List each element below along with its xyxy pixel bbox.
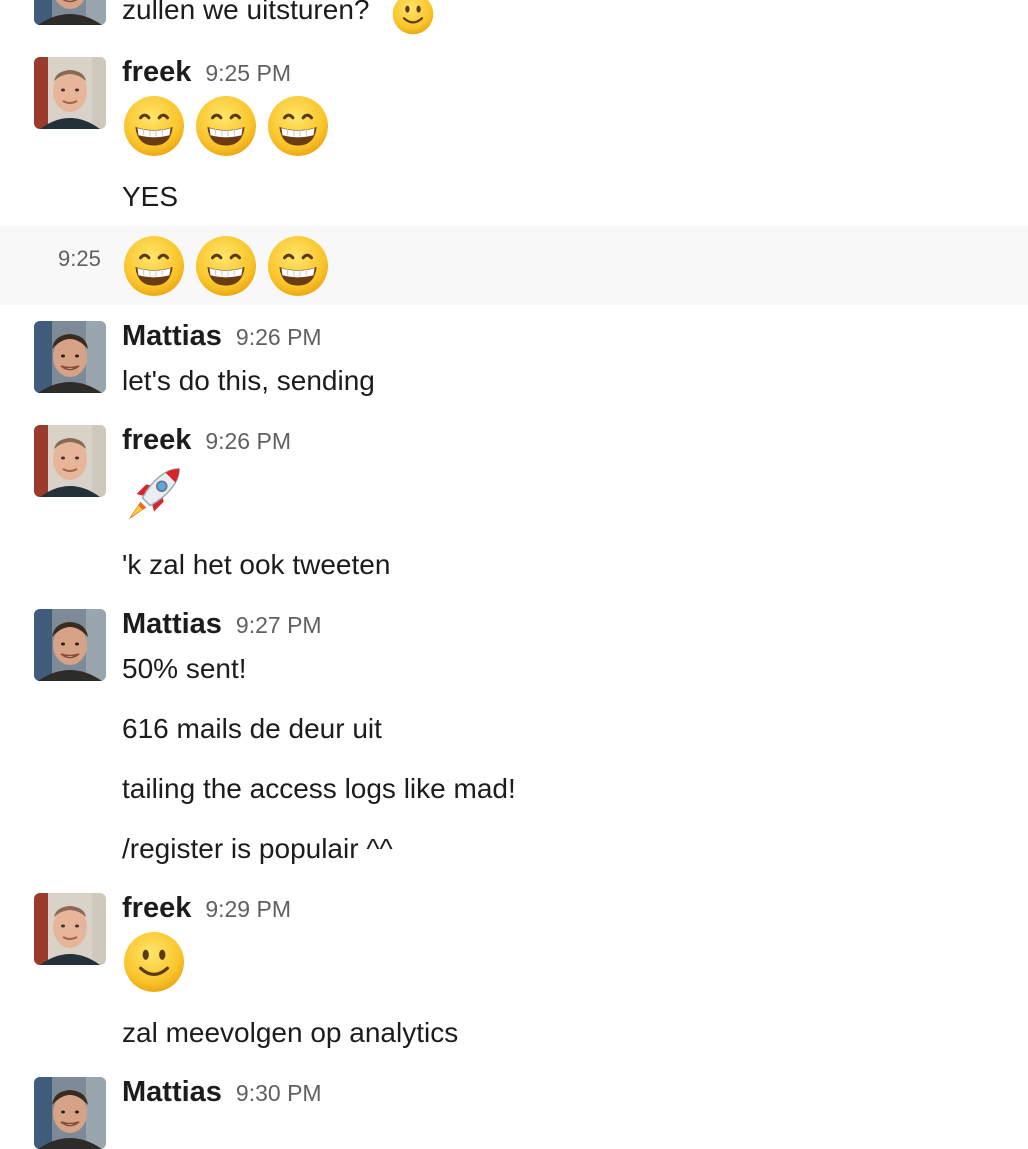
avatar[interactable] [34, 609, 106, 681]
rocket-icon [121, 463, 187, 525]
message-text: let's do this, sending [122, 365, 375, 396]
message-header: Mattias 9:27 PM [122, 608, 322, 641]
timestamp[interactable]: 9:27 PM [236, 612, 322, 638]
message-header: freek 9:26 PM [122, 424, 291, 457]
message-text: YES [122, 181, 179, 212]
grinning-face-icon [123, 95, 185, 157]
timestamp[interactable]: 9:25 PM [205, 60, 291, 86]
grinning-face-icon [195, 235, 257, 297]
avatar[interactable] [34, 425, 106, 497]
message-text: tailing the access logs like mad! [122, 773, 516, 804]
message-header: Mattias 9:30 PM [122, 1076, 322, 1109]
author-name[interactable]: freek [122, 56, 191, 88]
timestamp[interactable]: 9:30 PM [236, 1080, 322, 1106]
avatar[interactable] [34, 1077, 106, 1149]
side-timestamp[interactable]: 9:25 [58, 246, 101, 272]
avatar[interactable] [34, 893, 106, 965]
grinning-face-icon [123, 235, 185, 297]
timestamp[interactable]: 9:29 PM [205, 896, 291, 922]
timestamp[interactable]: 9:26 PM [205, 428, 291, 454]
avatar-freek [34, 57, 106, 129]
slightly-smiling-face-icon [392, 0, 434, 35]
author-name[interactable]: freek [122, 424, 191, 456]
message-text: zal meevolgen op analytics [122, 1017, 459, 1048]
avatar-mattias [34, 1077, 106, 1149]
avatar[interactable] [34, 321, 106, 393]
message-text: /register is populair ^^ [122, 833, 393, 864]
avatar[interactable] [34, 57, 106, 129]
avatar[interactable] [34, 0, 106, 25]
message-text: 'k zal het ook tweeten [122, 549, 391, 580]
message-text: 50% sent! [122, 653, 247, 684]
author-name[interactable]: freek [122, 892, 191, 924]
avatar-mattias [34, 609, 106, 681]
slightly-smiling-face-icon [123, 931, 185, 993]
avatar-freek [34, 893, 106, 965]
message-text: zullen we uitsturen? [122, 0, 370, 25]
message-header: freek 9:29 PM [122, 892, 291, 925]
message-header: freek 9:25 PM [122, 56, 291, 89]
avatar-mattias [34, 0, 106, 25]
avatar-freek [34, 425, 106, 497]
avatar-mattias [34, 321, 106, 393]
grinning-face-icon [195, 95, 257, 157]
author-name[interactable]: Mattias [122, 320, 222, 352]
timestamp[interactable]: 9:26 PM [236, 324, 322, 350]
message-text: 616 mails de deur uit [122, 713, 382, 744]
author-name[interactable]: Mattias [122, 608, 222, 640]
message-header: Mattias 9:26 PM [122, 320, 322, 353]
grinning-face-icon [267, 95, 329, 157]
grinning-face-icon [267, 235, 329, 297]
author-name[interactable]: Mattias [122, 1076, 222, 1108]
